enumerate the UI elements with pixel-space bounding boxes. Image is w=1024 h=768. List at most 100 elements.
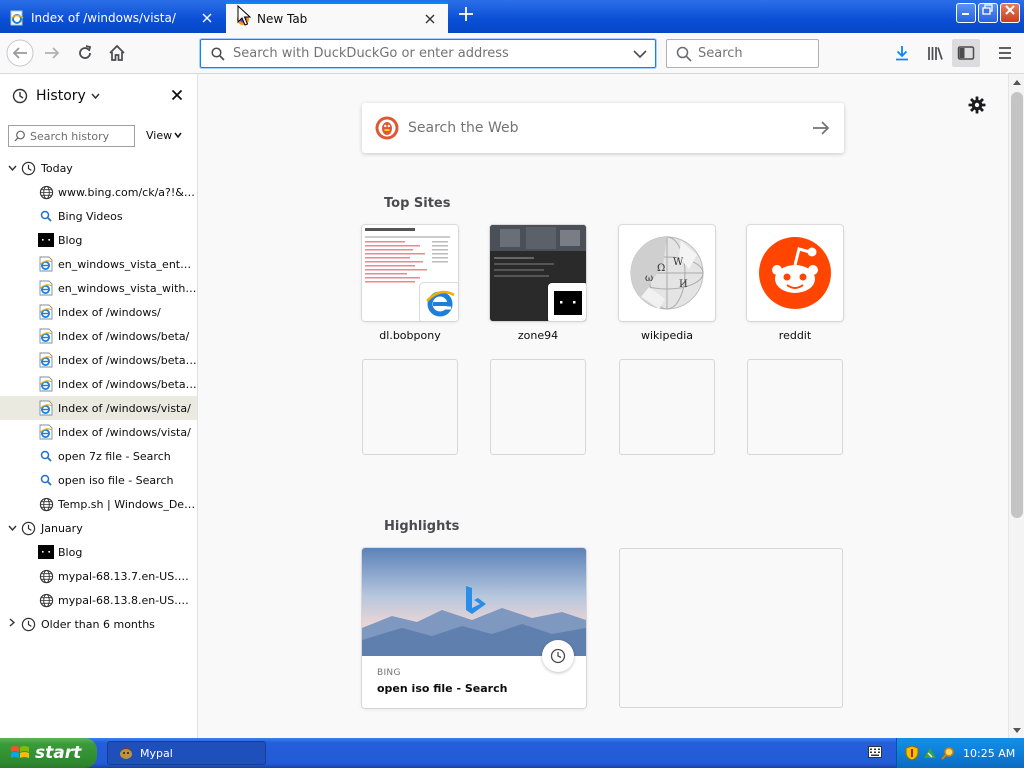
top-sites-heading: Top Sites xyxy=(384,196,451,211)
ie-page-icon xyxy=(38,280,54,296)
web-search-box[interactable] xyxy=(362,103,844,153)
gear-icon xyxy=(968,96,986,114)
search-bar[interactable] xyxy=(666,39,819,68)
view-label: View xyxy=(146,129,173,142)
new-tab-page: Top Sites xyxy=(198,74,1008,738)
close-tab-icon[interactable] xyxy=(422,11,438,27)
sidebar-toggle-button[interactable] xyxy=(952,39,980,67)
restore-icon xyxy=(982,4,993,15)
new-tab-button[interactable] xyxy=(454,5,478,29)
history-item[interactable]: Index of /windows/vista/ xyxy=(0,396,197,420)
address-bar[interactable] xyxy=(200,39,656,68)
maximize-button[interactable] xyxy=(978,3,998,23)
zone-icon xyxy=(548,283,586,321)
menu-button[interactable] xyxy=(991,39,1019,67)
scrollbar-thumb[interactable] xyxy=(1011,92,1023,518)
history-folder-label: January xyxy=(41,521,83,535)
view-menu-button[interactable]: View xyxy=(146,129,182,142)
top-site-zone94[interactable]: zone94 xyxy=(490,225,586,342)
scroll-down-arrow-icon[interactable] xyxy=(1009,722,1024,738)
site-label: zone94 xyxy=(517,329,559,342)
library-button[interactable] xyxy=(921,39,949,67)
history-item-label: open 7z file - Search xyxy=(58,449,171,463)
chevron-down-icon xyxy=(91,91,100,102)
top-site-dl-bobpony[interactable]: dl.bobpony xyxy=(362,225,458,342)
search-icon[interactable] xyxy=(941,746,955,760)
keyboard-icon[interactable] xyxy=(868,746,882,758)
history-item-label: mypal-68.13.7.en-US.win... xyxy=(58,569,197,583)
history-item[interactable]: Index of /windows/beta/lo... xyxy=(0,348,197,372)
chevron-right-icon[interactable] xyxy=(6,618,18,630)
search-input[interactable] xyxy=(698,46,818,61)
customize-button[interactable] xyxy=(968,96,986,117)
chevron-down-icon[interactable] xyxy=(6,163,18,174)
back-button[interactable] xyxy=(6,39,34,67)
arrow-right-icon[interactable] xyxy=(812,121,830,135)
history-item[interactable]: Index of /windows/beta/ xyxy=(0,324,197,348)
history-item-label: Index of /windows/beta/ xyxy=(58,329,190,343)
start-button[interactable]: start xyxy=(0,738,97,768)
close-sidebar-button[interactable] xyxy=(168,86,186,104)
history-item[interactable]: Index of /windows/beta/lo... xyxy=(0,372,197,396)
close-tab-icon[interactable] xyxy=(199,10,215,26)
search-icon xyxy=(211,46,225,61)
page-scrollbar[interactable] xyxy=(1008,74,1024,738)
search-icon xyxy=(38,448,54,464)
top-site-reddit[interactable]: reddit xyxy=(747,225,843,342)
history-sidebar: History View Today www.bing.com/ck/a?!&&p… xyxy=(0,74,198,738)
history-folder[interactable]: January xyxy=(0,516,197,540)
taskbar-clock: 10:25 AM xyxy=(963,746,1016,760)
web-search-input[interactable] xyxy=(408,120,812,136)
ie-page-icon xyxy=(38,328,54,344)
downloads-button[interactable] xyxy=(888,39,916,67)
scroll-up-arrow-icon[interactable] xyxy=(1009,74,1024,90)
history-folder[interactable]: Today xyxy=(0,156,197,180)
history-item-label: en_windows_vista_enterp... xyxy=(58,257,197,271)
clock-icon xyxy=(21,617,36,632)
history-item[interactable]: Index of /windows/ xyxy=(0,300,197,324)
minimize-button[interactable] xyxy=(956,3,976,23)
home-button[interactable] xyxy=(103,39,131,67)
address-input[interactable] xyxy=(233,46,633,61)
windows-taskbar: start Mypal 10:25 AM xyxy=(0,738,1024,768)
chevron-down-icon[interactable] xyxy=(633,49,647,59)
close-window-button[interactable] xyxy=(1000,3,1020,23)
history-item[interactable]: www.bing.com/ck/a?!&&p... xyxy=(0,180,197,204)
history-item[interactable]: Index of /windows/vista/ xyxy=(0,420,197,444)
taskbar-item-mypal[interactable]: Mypal xyxy=(107,741,266,765)
search-icon xyxy=(38,472,54,488)
history-item-label: www.bing.com/ck/a?!&&p... xyxy=(58,185,197,199)
history-item[interactable]: Blog xyxy=(0,228,197,252)
history-item[interactable]: open 7z file - Search xyxy=(0,444,197,468)
history-item[interactable]: mypal-68.13.8.en-US.win... xyxy=(0,588,197,612)
navigation-toolbar xyxy=(0,33,1024,74)
history-item[interactable]: en_windows_vista_with_s... xyxy=(0,276,197,300)
empty-top-site-slot xyxy=(747,359,843,455)
download-icon xyxy=(896,46,908,61)
history-item[interactable]: Blog xyxy=(0,540,197,564)
history-item[interactable]: en_windows_vista_enterp... xyxy=(0,252,197,276)
history-item-label: mypal-68.13.8.en-US.win... xyxy=(58,593,197,607)
network-icon[interactable] xyxy=(923,746,937,760)
chevron-down-icon[interactable] xyxy=(6,523,18,534)
history-item[interactable]: Temp.sh | Windows_Defe... xyxy=(0,492,197,516)
ie-page-icon xyxy=(38,400,54,416)
tab-new-tab[interactable]: New Tab xyxy=(226,2,448,33)
site-thumbnail xyxy=(490,225,586,321)
history-item[interactable]: Bing Videos xyxy=(0,204,197,228)
reload-button[interactable] xyxy=(71,39,99,67)
history-search-field[interactable] xyxy=(8,125,135,147)
globe-icon xyxy=(38,184,54,200)
svg-text:Ω: Ω xyxy=(657,263,665,274)
highlight-card[interactable]: BING open iso file - Search xyxy=(362,548,586,708)
security-shield-icon[interactable] xyxy=(905,745,919,761)
forward-button[interactable] xyxy=(38,39,66,67)
history-folder[interactable]: Older than 6 months xyxy=(0,612,197,636)
reddit-logo-icon xyxy=(759,237,831,309)
top-site-wikipedia[interactable]: ΩWИω wikipedia xyxy=(619,225,715,342)
history-item[interactable]: mypal-68.13.7.en-US.win... xyxy=(0,564,197,588)
history-item[interactable]: open iso file - Search xyxy=(0,468,197,492)
history-search-input[interactable] xyxy=(30,129,130,143)
tab-index-of-vista[interactable]: Index of /windows/vista/ xyxy=(0,2,225,33)
search-icon xyxy=(14,130,26,142)
